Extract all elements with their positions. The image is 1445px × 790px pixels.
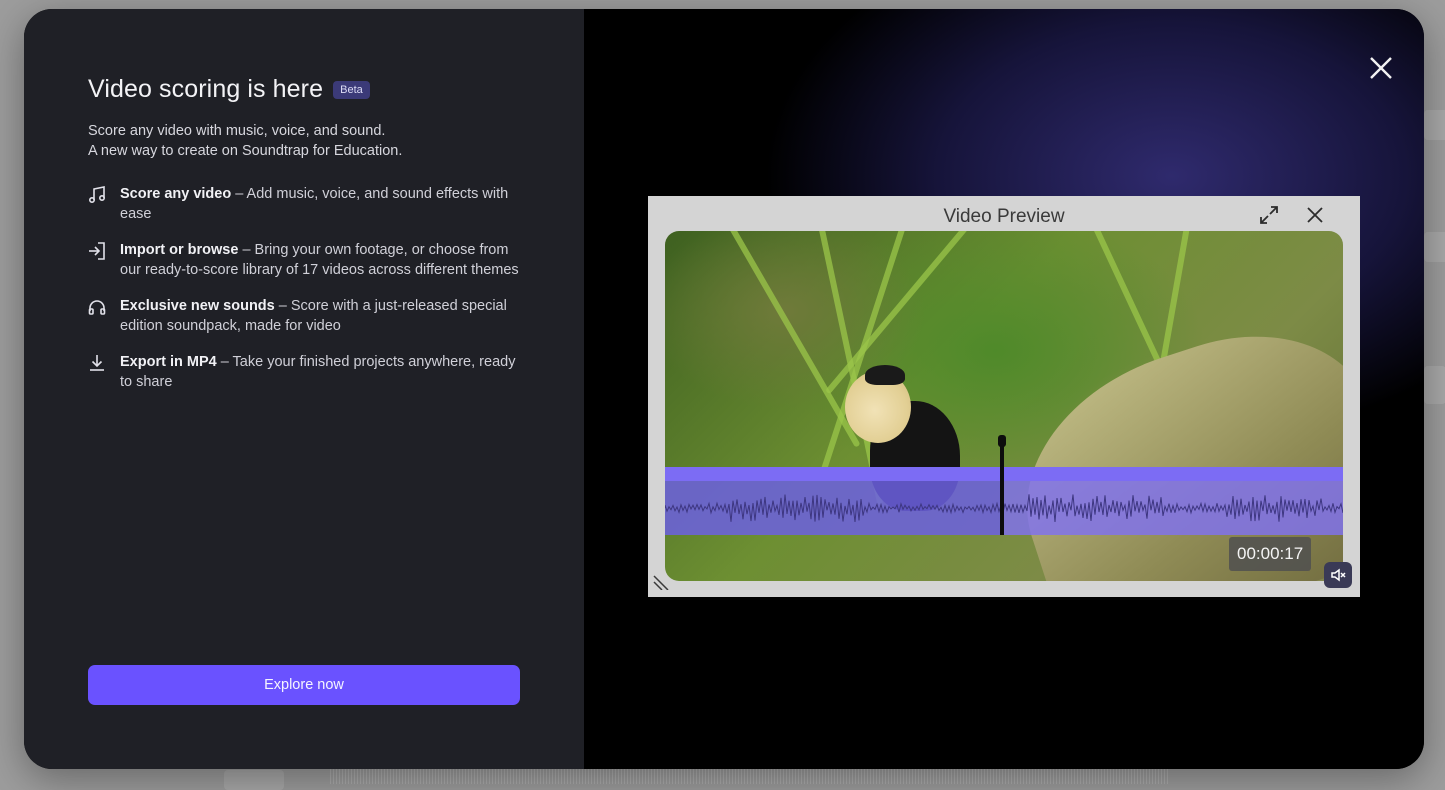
- preview-panel: Video Preview 00:00:17: [584, 9, 1424, 769]
- headphones-icon: [86, 296, 108, 319]
- intro-line: Score any video with music, voice, and s…: [88, 123, 386, 139]
- feature-title: Export in MP4: [120, 354, 217, 370]
- monkey-cap: [865, 365, 905, 385]
- background-chip: [1424, 366, 1445, 404]
- close-modal-button[interactable]: [1368, 55, 1394, 81]
- waveform-header: [665, 467, 1343, 481]
- expand-icon: [1260, 206, 1278, 224]
- intro-line: A new way to create on Soundtrap for Edu…: [88, 143, 403, 159]
- resize-icon: [653, 575, 669, 591]
- info-panel: Video scoring is here Beta Score any vid…: [24, 9, 584, 769]
- feature-text: Score any video – Add music, voice, and …: [120, 184, 526, 224]
- expand-preview-button[interactable]: [1258, 204, 1280, 226]
- waveform-shape: [665, 494, 1343, 522]
- modal-title: Video scoring is here: [88, 75, 324, 103]
- feature-title: Exclusive new sounds: [120, 298, 275, 314]
- feature-item: Import or browse – Bring your own footag…: [86, 240, 526, 280]
- music-note-icon: [86, 184, 108, 207]
- feature-text: Exclusive new sounds – Score with a just…: [120, 296, 526, 336]
- intro-text: Score any video with music, voice, and s…: [88, 121, 402, 161]
- feature-title: Score any video: [120, 186, 232, 202]
- resize-handle[interactable]: [652, 572, 670, 591]
- palm-frond: [825, 231, 991, 395]
- video-preview-window: Video Preview 00:00:17: [648, 196, 1360, 597]
- video-scoring-modal: Video scoring is here Beta Score any vid…: [24, 9, 1424, 769]
- background-chip: [224, 770, 284, 790]
- close-icon: [1307, 207, 1323, 223]
- feature-item: Export in MP4 – Take your finished proje…: [86, 352, 526, 392]
- timecode-display: 00:00:17: [1229, 537, 1312, 571]
- explore-now-button[interactable]: Explore now: [88, 665, 520, 705]
- preview-title: Video Preview: [943, 206, 1065, 227]
- close-icon: [1370, 57, 1392, 79]
- beta-badge: Beta: [333, 80, 370, 99]
- feature-list: Score any video – Add music, voice, and …: [86, 184, 526, 408]
- video-frame[interactable]: 00:00:17: [665, 231, 1343, 581]
- close-preview-button[interactable]: [1304, 204, 1326, 226]
- feature-text: Export in MP4 – Take your finished proje…: [120, 352, 526, 392]
- audio-waveform-track[interactable]: [665, 467, 1343, 535]
- title-row: Video scoring is here Beta: [88, 75, 370, 104]
- playhead[interactable]: [1000, 439, 1004, 535]
- background-chip: [1424, 110, 1445, 140]
- download-icon: [86, 352, 108, 375]
- background-chip: [1424, 232, 1445, 262]
- feature-title: Import or browse: [120, 242, 239, 258]
- import-icon: [86, 240, 108, 263]
- mute-icon: [1331, 568, 1346, 582]
- mute-button[interactable]: [1324, 562, 1352, 588]
- feature-item: Exclusive new sounds – Score with a just…: [86, 296, 526, 336]
- feature-text: Import or browse – Bring your own footag…: [120, 240, 526, 280]
- feature-item: Score any video – Add music, voice, and …: [86, 184, 526, 224]
